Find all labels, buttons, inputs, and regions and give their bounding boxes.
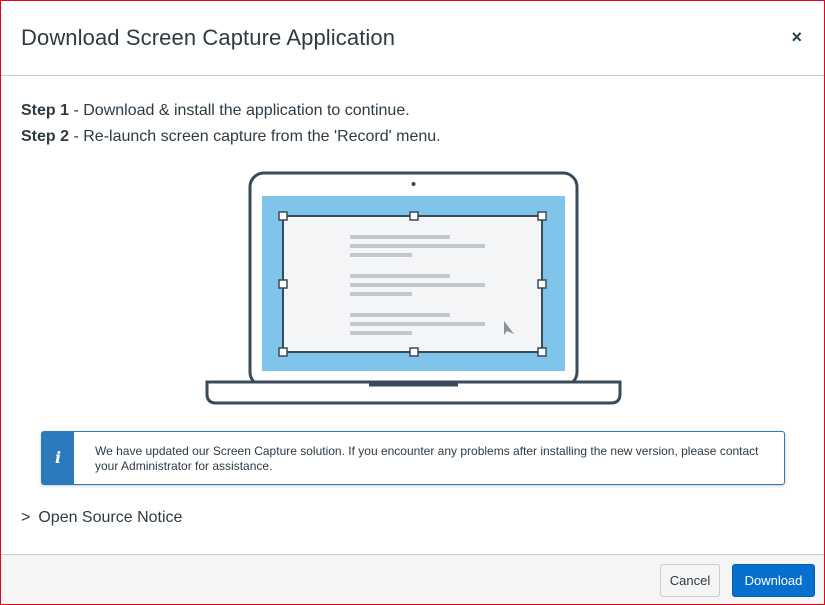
step-2-text: - Re-launch screen capture from the 'Rec… — [69, 128, 441, 145]
info-alert: i We have updated our Screen Capture sol… — [41, 431, 785, 485]
step-2: Step 2 - Re-launch screen capture from t… — [21, 124, 441, 150]
chevron-right-icon: > — [21, 509, 31, 526]
close-button[interactable]: × — [791, 28, 802, 46]
dialog-header: Download Screen Capture Application × — [1, 1, 824, 76]
laptop-screen-capture-illustration — [205, 171, 622, 405]
download-dialog: Download Screen Capture Application × St… — [0, 0, 825, 605]
dialog-footer: Cancel Download — [1, 554, 824, 604]
dialog-title: Download Screen Capture Application — [21, 25, 396, 50]
info-message: We have updated our Screen Capture solut… — [95, 444, 759, 473]
step-1-text: - Download & install the application to … — [69, 102, 410, 119]
open-source-notice-toggle[interactable]: > Open Source Notice — [21, 509, 182, 527]
info-icon: i — [42, 432, 74, 484]
step-2-label: Step 2 — [21, 128, 70, 145]
cancel-button[interactable]: Cancel — [660, 564, 720, 597]
steps-list: Step 1 - Download & install the applicat… — [21, 98, 441, 150]
open-source-notice-label: Open Source Notice — [38, 509, 183, 526]
step-1: Step 1 - Download & install the applicat… — [21, 98, 441, 124]
step-1-label: Step 1 — [21, 102, 70, 119]
download-button[interactable]: Download — [732, 564, 815, 597]
